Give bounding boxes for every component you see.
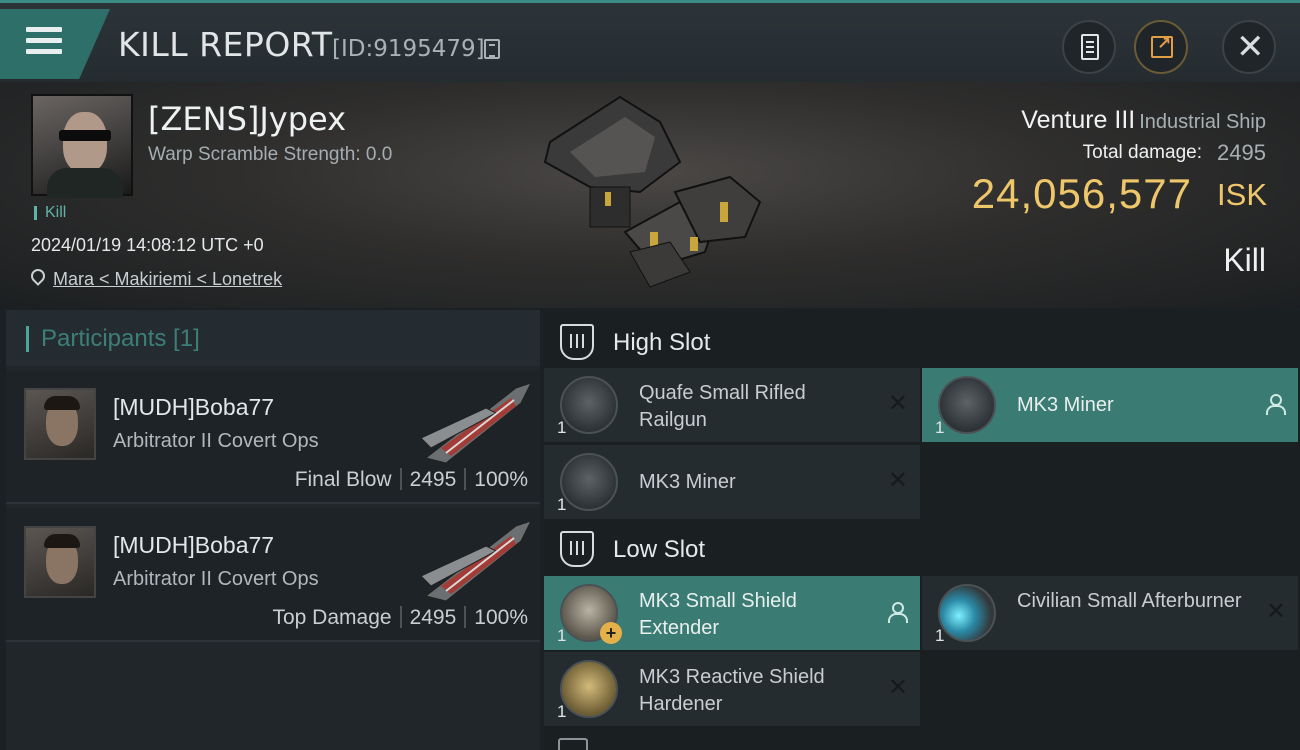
participant-avatar[interactable] bbox=[24, 388, 96, 460]
ship-name-text: Venture III bbox=[1021, 106, 1136, 134]
ship-class-text: Industrial Ship bbox=[1139, 111, 1266, 133]
participant-damage: 2495 bbox=[409, 606, 457, 629]
result-label: Kill bbox=[1223, 242, 1266, 278]
module-qty: 1 bbox=[557, 418, 567, 437]
isk-value: 24,056,577 bbox=[971, 170, 1192, 217]
module-item[interactable]: 1 MK3 Reactive Shield Hardener ✕ bbox=[544, 652, 920, 726]
module-name: MK3 Miner bbox=[1017, 394, 1114, 416]
header-bar: KILL REPORT [ID:9195479] ✕ bbox=[0, 0, 1300, 82]
victim-ship-image bbox=[543, 95, 762, 288]
participant-stats: Final Blow 2495 100% bbox=[295, 468, 528, 492]
participant-row[interactable]: [MUDH]Boba77 Arbitrator II Covert Ops Fi… bbox=[6, 370, 540, 504]
module-name: Civilian Small Afterburner bbox=[1017, 590, 1242, 612]
module-item[interactable]: 1 MK3 Miner bbox=[922, 368, 1298, 442]
afterburner-icon bbox=[938, 584, 996, 642]
miner-icon bbox=[560, 453, 618, 511]
participants-title: Participants [1] bbox=[26, 326, 200, 352]
fitting-panel: High Slot 1 Quafe Small Rifled Railgun ✕… bbox=[544, 310, 1300, 750]
participant-ship-image bbox=[420, 382, 532, 464]
warp-scramble-strength: Warp Scramble Strength: 0.0 bbox=[148, 144, 393, 165]
dropped-person-icon bbox=[888, 602, 908, 624]
destroyed-icon: ✕ bbox=[887, 674, 908, 701]
low-slot-icon bbox=[560, 531, 594, 567]
participant-role: Top Damage bbox=[272, 606, 392, 629]
clipboard-icon bbox=[1081, 34, 1099, 60]
module-qty: 1 bbox=[557, 626, 567, 645]
participant-stats: Top Damage 2495 100% bbox=[272, 606, 528, 630]
share-button[interactable] bbox=[1134, 20, 1188, 74]
module-name: MK3 Miner bbox=[639, 471, 736, 493]
shield-extender-icon: + bbox=[560, 584, 622, 644]
module-name: Quafe Small Rifled Railgun bbox=[639, 382, 806, 431]
module-qty: 1 bbox=[557, 702, 567, 721]
participant-percent: 100% bbox=[474, 468, 528, 491]
low-slot-label: Low Slot bbox=[613, 536, 706, 563]
module-item[interactable]: + 1 MK3 Small Shield Extender bbox=[544, 576, 920, 650]
isk-unit: ISK bbox=[1217, 177, 1267, 212]
total-damage-label: Total damage: bbox=[1082, 142, 1202, 163]
participant-percent: 100% bbox=[474, 606, 528, 629]
share-icon bbox=[1151, 34, 1173, 58]
high-slot-header: High Slot bbox=[544, 312, 1300, 370]
kill-datetime: 2024/01/19 14:08:12 UTC +0 bbox=[31, 235, 264, 255]
module-name: MK3 Reactive Shield Hardener bbox=[639, 666, 825, 715]
railgun-icon bbox=[560, 376, 618, 434]
module-name: MK3 Small Shield Extender bbox=[639, 590, 797, 639]
module-qty: 1 bbox=[557, 495, 567, 514]
menu-button[interactable] bbox=[0, 9, 110, 79]
destroyed-icon: ✕ bbox=[887, 467, 908, 494]
copy-id-icon[interactable] bbox=[484, 39, 500, 59]
participant-name[interactable]: [MUDH]Boba77 bbox=[113, 394, 274, 421]
page-title: KILL REPORT bbox=[118, 25, 333, 64]
high-slot-icon bbox=[560, 324, 594, 360]
miner-icon bbox=[938, 376, 996, 434]
destroyed-icon: ✕ bbox=[1265, 598, 1286, 625]
participant-damage: 2495 bbox=[409, 468, 457, 491]
dropped-person-icon bbox=[1266, 394, 1286, 416]
kill-tag: Kill bbox=[34, 205, 66, 221]
participant-ship-image bbox=[420, 520, 532, 602]
next-slot-icon bbox=[558, 738, 588, 750]
participant-ship: Arbitrator II Covert Ops bbox=[113, 430, 319, 452]
participant-name[interactable]: [MUDH]Boba77 bbox=[113, 532, 274, 559]
victim-avatar[interactable] bbox=[31, 94, 133, 198]
victim-summary: [ZENS]Jypex Warp Scramble Strength: 0.0 … bbox=[0, 82, 1300, 308]
participants-header: Participants [1] bbox=[6, 310, 540, 366]
total-damage-value: 2495 bbox=[1217, 140, 1266, 165]
victim-ship-name[interactable]: Venture III Industrial Ship bbox=[1021, 106, 1266, 135]
shield-hardener-icon bbox=[560, 660, 618, 718]
location-pin-icon bbox=[31, 269, 45, 287]
participant-avatar[interactable] bbox=[24, 526, 96, 598]
low-slot-header: Low Slot bbox=[544, 519, 1300, 577]
module-qty: 1 bbox=[935, 418, 945, 437]
participant-role: Final Blow bbox=[294, 468, 392, 491]
report-id: [ID:9195479] bbox=[332, 36, 485, 62]
close-icon: ✕ bbox=[1236, 28, 1265, 66]
hamburger-menu-icon bbox=[26, 27, 62, 57]
close-button[interactable]: ✕ bbox=[1222, 20, 1276, 74]
participants-panel: Participants [1] [MUDH]Boba77 Arbitrator… bbox=[6, 310, 540, 750]
location-link[interactable]: Mara < Makiriemi < Lonetrek bbox=[53, 269, 282, 290]
module-qty: 1 bbox=[935, 626, 945, 645]
module-item[interactable]: 1 Civilian Small Afterburner ✕ bbox=[922, 576, 1298, 650]
participant-ship: Arbitrator II Covert Ops bbox=[113, 568, 319, 590]
module-item[interactable]: 1 MK3 Miner ✕ bbox=[544, 445, 920, 519]
clipboard-button[interactable] bbox=[1062, 20, 1116, 74]
participant-row[interactable]: [MUDH]Boba77 Arbitrator II Covert Ops To… bbox=[6, 508, 540, 642]
module-item[interactable]: 1 Quafe Small Rifled Railgun ✕ bbox=[544, 368, 920, 442]
destroyed-icon: ✕ bbox=[887, 390, 908, 417]
victim-name[interactable]: [ZENS]Jypex bbox=[148, 100, 346, 138]
high-slot-label: High Slot bbox=[613, 329, 711, 356]
